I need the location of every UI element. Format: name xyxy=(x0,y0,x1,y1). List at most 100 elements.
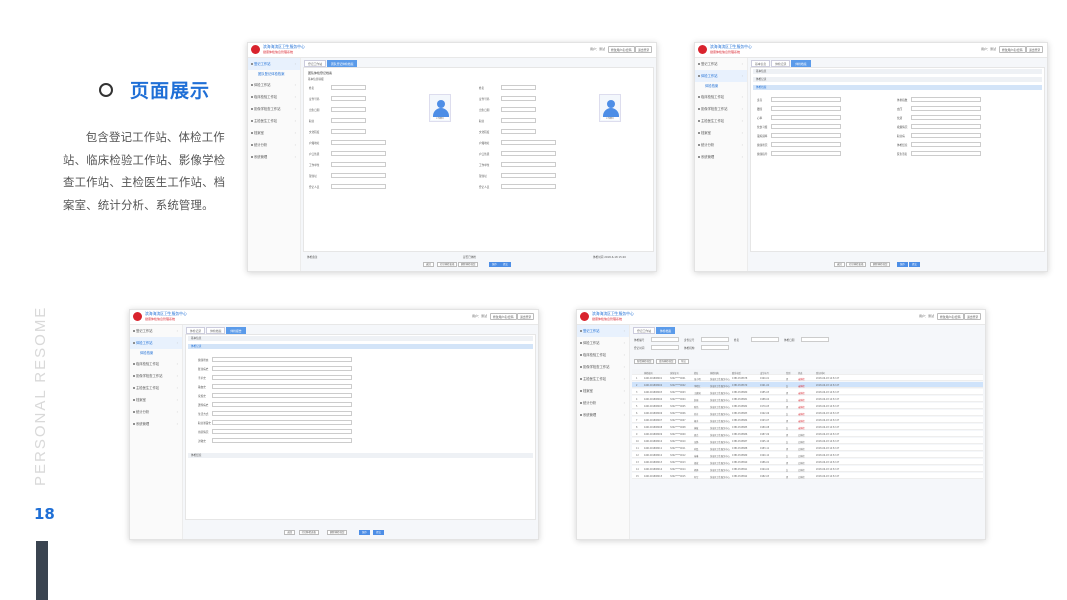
table-row[interactable]: 10 4401201808010 3202****0010 吴静 滨海区卫生服务中心 13… xyxy=(632,438,983,444)
table-row[interactable]: 13 4401201808013 3202****0013 胡斌 滨海区卫生服务中心 13… xyxy=(632,459,983,465)
sidebar-item[interactable]: 体检工作站 xyxy=(130,337,182,349)
footer-button[interactable]: 删除体检档案 xyxy=(870,262,891,267)
logout-button[interactable]: 退出登录 xyxy=(1026,46,1044,53)
field-input[interactable] xyxy=(331,129,366,134)
sidebar-item[interactable]: 登记工作站 xyxy=(130,325,182,337)
sidebar-item[interactable]: 系统管理 xyxy=(577,409,629,421)
toolbar-button[interactable]: 导出 xyxy=(678,359,689,364)
table-row[interactable]: 1 4401201808001 3202****0001 张小明 滨海区卫生服务中心 13… xyxy=(632,375,983,381)
field-input[interactable] xyxy=(501,129,536,134)
section-bar[interactable]: 体检档案 xyxy=(753,85,1042,90)
field-input[interactable] xyxy=(212,429,352,434)
field-input[interactable] xyxy=(331,96,366,101)
breadcrumb-tab[interactable]: 体检档案 xyxy=(656,327,676,334)
modify-password-button[interactable]: 修改用户名/密码 xyxy=(608,46,635,53)
table-row[interactable]: 2 4401201808002 3202****0002 李晓红 滨海区卫生服务中心 13… xyxy=(632,382,983,388)
field-input[interactable] xyxy=(331,118,366,123)
footer-button[interactable]: 提交 xyxy=(373,530,384,535)
filter-input[interactable] xyxy=(701,337,729,342)
breadcrumb-tab[interactable]: 体检档案 xyxy=(791,60,811,67)
sidebar-item[interactable]: 统计分析 xyxy=(695,139,747,151)
footer-button[interactable]: 保存 xyxy=(897,262,908,267)
sidebar-item[interactable]: 主检医生工作站 xyxy=(577,373,629,385)
footer-button[interactable]: 提交 xyxy=(909,262,920,267)
field-input[interactable] xyxy=(771,97,841,102)
sidebar-item[interactable]: 主检医生工作站 xyxy=(695,115,747,127)
field-input[interactable] xyxy=(212,411,352,416)
field-input[interactable] xyxy=(771,124,841,129)
field-input[interactable] xyxy=(911,142,981,147)
table-row[interactable]: 4 4401201808004 3202****0004 赵丽 滨海区卫生服务中心 138… xyxy=(632,396,983,402)
breadcrumb-tab[interactable]: 体检报告 xyxy=(226,327,246,334)
field-input[interactable] xyxy=(771,142,841,147)
table-row[interactable]: 12 4401201808012 3202****0012 朱琳 滨海区卫生服务中心 13… xyxy=(632,452,983,458)
sidebar-item[interactable]: 档案室 xyxy=(130,394,182,406)
field-input[interactable] xyxy=(911,97,981,102)
field-input[interactable] xyxy=(771,115,841,120)
logout-button[interactable]: 退出登录 xyxy=(964,313,982,320)
sidebar-item[interactable]: 主检医生工作站 xyxy=(130,382,182,394)
field-input[interactable] xyxy=(501,85,536,90)
sidebar-item[interactable]: 主检医生工作站 xyxy=(248,115,300,127)
logout-button[interactable]: 退出登录 xyxy=(517,313,535,320)
filter-input[interactable] xyxy=(701,345,729,350)
footer-button[interactable]: 删除体检档案 xyxy=(458,262,479,267)
modify-password-button[interactable]: 修改用户名/密码 xyxy=(937,313,964,320)
section-bar[interactable]: 体检记录 xyxy=(188,344,533,349)
field-input[interactable] xyxy=(501,151,556,156)
field-input[interactable] xyxy=(501,96,536,101)
footer-button[interactable]: 删除体检档案 xyxy=(327,530,348,535)
field-input[interactable] xyxy=(771,133,841,138)
field-input[interactable] xyxy=(212,420,352,425)
footer-button[interactable]: 提交 xyxy=(500,262,511,267)
section-bar[interactable]: 基本信息 xyxy=(188,336,533,341)
confirm-checkbox-label[interactable]: 是否已体检 xyxy=(463,255,476,259)
table-row[interactable]: 14 4401201808014 3202****0014 郭婷 滨海区卫生服务中心 13… xyxy=(632,466,983,472)
footer-button[interactable]: 返回 xyxy=(284,530,296,535)
footer-button[interactable]: 返回 xyxy=(423,262,434,267)
modify-password-button[interactable]: 修改用户名/密码 xyxy=(490,313,517,320)
field-input[interactable] xyxy=(501,173,556,178)
table-row[interactable]: 7 4401201808007 3202****0007 杨洋 滨海区卫生服务中心 138… xyxy=(632,417,983,423)
filter-input[interactable] xyxy=(751,337,779,342)
toolbar-button[interactable]: 新增体检档案 xyxy=(634,359,655,364)
table-row[interactable]: 8 4401201808008 3202****0008 黄敏 滨海区卫生服务中心 138… xyxy=(632,424,983,430)
sidebar-item[interactable]: 临床检验工作站 xyxy=(695,91,747,103)
field-input[interactable] xyxy=(212,402,352,407)
breadcrumb-tab[interactable]: 基本信息 xyxy=(751,60,771,67)
field-input[interactable] xyxy=(331,85,366,90)
filter-input[interactable] xyxy=(651,345,679,350)
sidebar-item[interactable]: 临床检验工作站 xyxy=(130,358,182,370)
sidebar-item[interactable]: 统计分析 xyxy=(577,397,629,409)
sidebar-item[interactable]: 影像学检查工作站 xyxy=(130,370,182,382)
sidebar-item[interactable]: 档案室 xyxy=(577,385,629,397)
footer-button[interactable]: 保存 xyxy=(489,262,500,267)
sidebar-item[interactable]: 登记工作站 xyxy=(695,58,747,70)
field-input[interactable] xyxy=(911,133,981,138)
table-row[interactable]: 6 4401201808006 3202****0006 刘芳 滨海区卫生服务中心 138… xyxy=(632,410,983,416)
sidebar-item[interactable]: 影像学检查工作站 xyxy=(577,361,629,373)
footer-button[interactable]: 打印体检表格 xyxy=(437,262,458,267)
sidebar-item[interactable]: 统计分析 xyxy=(130,406,182,418)
filter-input[interactable] xyxy=(651,337,679,342)
field-input[interactable] xyxy=(331,140,386,145)
field-input[interactable] xyxy=(501,118,536,123)
field-input[interactable] xyxy=(212,393,352,398)
field-input[interactable] xyxy=(212,384,352,389)
sidebar-item[interactable]: 体检工作站 xyxy=(695,70,747,82)
breadcrumb-tab[interactable]: 团队登记体检档案 xyxy=(327,60,358,67)
section-bar[interactable]: 基本信息 xyxy=(753,69,1042,74)
footer-button[interactable]: 保存 xyxy=(358,530,370,535)
breadcrumb-tab[interactable]: 体检档案 xyxy=(206,327,226,334)
sidebar-item[interactable]: 系统管理 xyxy=(130,418,182,430)
sidebar-item[interactable]: 统计分析 xyxy=(248,139,300,151)
photo-placeholder[interactable]: 上传照片 xyxy=(429,94,451,122)
sidebar-item[interactable]: 档案室 xyxy=(248,127,300,139)
breadcrumb-tab[interactable]: 登记工作站 xyxy=(633,327,655,334)
field-input[interactable] xyxy=(331,184,386,189)
sidebar-item[interactable]: 临床检验工作站 xyxy=(577,349,629,361)
sidebar-subitem[interactable]: 体检档案 xyxy=(130,349,182,358)
footer-button[interactable]: 打印体检表格 xyxy=(846,262,867,267)
field-input[interactable] xyxy=(501,184,556,189)
field-input[interactable] xyxy=(911,124,981,129)
